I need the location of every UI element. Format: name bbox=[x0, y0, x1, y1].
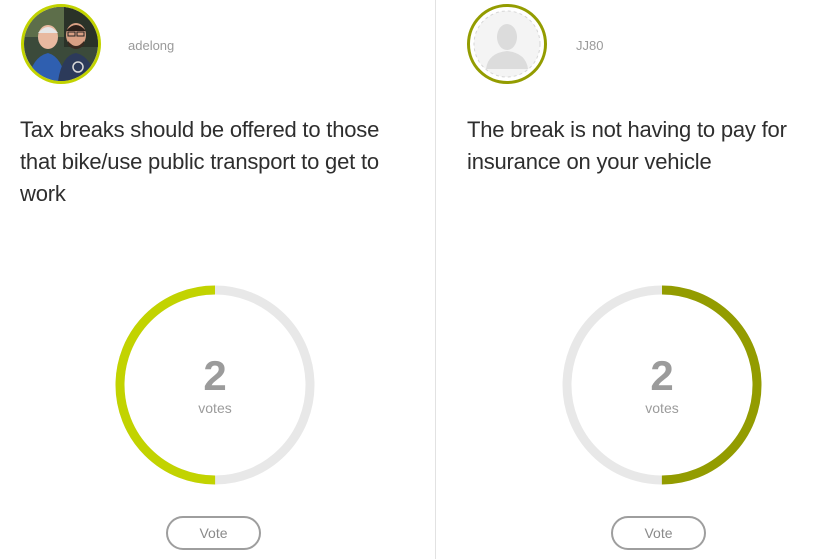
vote-count-label: votes bbox=[198, 400, 232, 416]
user-avatar[interactable] bbox=[21, 4, 101, 84]
vote-button[interactable]: Vote bbox=[166, 516, 261, 550]
argument-statement: Tax breaks should be offered to those th… bbox=[20, 117, 380, 206]
user-avatar[interactable] bbox=[467, 4, 547, 84]
argument-card-right: JJ80 The break is not having to pay for … bbox=[437, 0, 817, 559]
vote-count: 2 bbox=[650, 352, 674, 399]
username[interactable]: JJ80 bbox=[576, 38, 603, 53]
vote-count: 2 bbox=[203, 352, 227, 399]
default-user-silhouette-icon bbox=[473, 10, 541, 78]
user-photo-icon bbox=[24, 7, 98, 81]
vote-count-label: votes bbox=[645, 400, 679, 416]
vote-count-ring: 2 votes bbox=[114, 284, 316, 486]
argument-card-left: adelong Tax breaks should be offered to … bbox=[0, 0, 436, 559]
vote-button[interactable]: Vote bbox=[611, 516, 706, 550]
vote-count-ring: 2 votes bbox=[561, 284, 763, 486]
argument-statement: The break is not having to pay for insur… bbox=[467, 117, 787, 174]
username[interactable]: adelong bbox=[128, 38, 174, 53]
